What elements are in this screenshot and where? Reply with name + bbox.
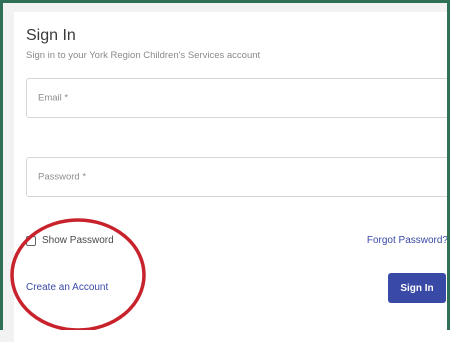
email-placeholder: Email * bbox=[38, 92, 69, 104]
password-field[interactable]: Password * bbox=[26, 157, 450, 197]
password-placeholder: Password * bbox=[38, 171, 87, 183]
email-field[interactable]: Email * bbox=[26, 78, 450, 118]
show-password-row[interactable]: Show Password bbox=[26, 235, 114, 246]
create-account-link[interactable]: Create an Account bbox=[26, 282, 108, 293]
show-password-checkbox[interactable] bbox=[26, 235, 36, 246]
sign-in-button[interactable]: Sign In bbox=[388, 273, 446, 303]
page-subtitle: Sign in to your York Region Children's S… bbox=[26, 50, 261, 61]
page-title: Sign In bbox=[26, 27, 76, 44]
signin-card: Sign In Sign in to your York Region Chil… bbox=[14, 12, 450, 342]
show-password-label: Show Password bbox=[42, 235, 114, 246]
forgot-password-link[interactable]: Forgot Password? bbox=[367, 235, 448, 246]
